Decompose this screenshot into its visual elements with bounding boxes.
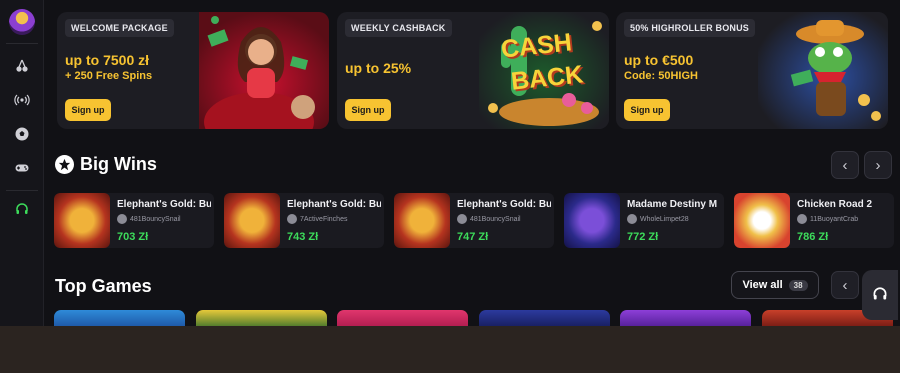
big-wins-prev-button[interactable]: ‹ <box>831 151 859 179</box>
win-username: 481BouncySnail <box>130 215 181 223</box>
game-thumbnail <box>394 193 450 248</box>
games-count-badge: 38 <box>788 279 808 291</box>
game-tile[interactable] <box>479 310 610 326</box>
game-tile[interactable] <box>620 310 751 326</box>
avatar-icon <box>287 214 297 224</box>
avatar-icon <box>627 214 637 224</box>
big-wins-next-button[interactable]: › <box>864 151 892 179</box>
game-thumbnail <box>54 193 110 248</box>
sign-up-button[interactable]: Sign up <box>65 99 111 121</box>
sidebar-divider <box>6 190 38 191</box>
win-game-name: Elephant's Gold: Bu <box>287 199 381 210</box>
game-thumbnail <box>734 193 790 248</box>
sidebar <box>0 0 44 326</box>
promo-art-frog <box>758 12 888 129</box>
win-username: WholeLimpet28 <box>640 215 689 223</box>
promo-art-cashback: CASH BACK <box>479 12 609 129</box>
sign-up-button[interactable]: Sign up <box>345 99 391 121</box>
win-user: 11BuoyantCrab <box>797 214 858 224</box>
promo-tag: WEEKLY CASHBACK <box>345 19 452 37</box>
view-all-button[interactable]: View all 38 <box>731 271 819 299</box>
promo-highroller-bonus[interactable]: 50% HIGHROLLER BONUS up to €500 Code: 50… <box>616 12 888 129</box>
win-user: 7ActiveFinches <box>287 214 347 224</box>
promo-tag: 50% HIGHROLLER BONUS <box>624 19 756 37</box>
top-games-prev-button[interactable]: ‹ <box>831 271 859 299</box>
star-icon <box>55 155 74 174</box>
chevron-right-icon: › <box>875 156 881 174</box>
gamepad-icon[interactable] <box>8 154 36 182</box>
avatar-icon <box>117 214 127 224</box>
win-user: WholeLimpet28 <box>627 214 689 224</box>
big-win-card[interactable]: Elephant's Gold: Bu 481BouncySnail 703 Z… <box>54 193 214 248</box>
win-username: 481BouncySnail <box>470 215 521 223</box>
win-game-name: Elephant's Gold: Bu <box>117 199 211 210</box>
win-user: 481BouncySnail <box>117 214 181 224</box>
promo-headline: up to 25% <box>345 60 412 76</box>
top-games-title: Top Games <box>55 276 152 296</box>
promo-tag: WELCOME PACKAGE <box>65 19 174 37</box>
promo-subline: + 250 Free Spins <box>65 70 153 82</box>
promo-art-dancer <box>199 12 329 129</box>
cherry-icon[interactable] <box>8 52 36 80</box>
chevron-left-icon: ‹ <box>842 156 848 174</box>
win-game-name: Madame Destiny M <box>627 199 718 210</box>
support-chat-button[interactable] <box>862 270 898 320</box>
soccer-ball-icon[interactable] <box>8 120 36 148</box>
big-win-card[interactable]: Elephant's Gold: Bu 481BouncySnail 747 Z… <box>394 193 554 248</box>
win-amount: 786 Zł <box>797 231 829 243</box>
win-username: 7ActiveFinches <box>300 215 348 223</box>
win-amount: 772 Zł <box>627 231 659 243</box>
casino-app: WELCOME PACKAGE up to 7500 zł + 250 Free… <box>0 0 900 326</box>
big-win-card[interactable]: Chicken Road 2 11BuoyantCrab 786 Zł <box>734 193 894 248</box>
brand-logo[interactable] <box>9 9 35 35</box>
chevron-left-icon: ‹ <box>842 276 848 294</box>
win-user: 481BouncySnail <box>457 214 521 224</box>
win-amount: 743 Zł <box>287 231 319 243</box>
avatar-icon <box>457 214 467 224</box>
game-thumbnail <box>564 193 620 248</box>
win-game-name: Elephant's Gold: Bu <box>457 199 551 210</box>
big-win-card[interactable]: Madame Destiny M WholeLimpet28 772 Zł <box>564 193 724 248</box>
win-amount: 747 Zł <box>457 231 489 243</box>
promo-headline: up to €500 <box>624 52 694 68</box>
headset-icon <box>873 287 887 300</box>
promo-headline: up to 7500 zł <box>65 52 150 68</box>
avatar-icon <box>797 214 807 224</box>
promo-welcome-package[interactable]: WELCOME PACKAGE up to 7500 zł + 250 Free… <box>57 12 329 129</box>
big-win-card[interactable]: Elephant's Gold: Bu 7ActiveFinches 743 Z… <box>224 193 384 248</box>
big-wins-title: Big Wins <box>80 154 157 174</box>
game-thumbnail <box>224 193 280 248</box>
sidebar-divider <box>6 43 38 44</box>
win-amount: 703 Zł <box>117 231 149 243</box>
win-game-name: Chicken Road 2 <box>797 199 873 210</box>
win-username: 11BuoyantCrab <box>810 215 859 223</box>
view-all-label: View all <box>742 279 783 291</box>
sign-up-button[interactable]: Sign up <box>624 99 670 121</box>
game-tile[interactable] <box>54 310 185 326</box>
headset-icon[interactable] <box>8 196 36 224</box>
promo-code: Code: 50HIGH <box>624 70 698 82</box>
game-tile[interactable] <box>337 310 468 326</box>
promo-weekly-cashback[interactable]: CASH BACK WEEKLY CASHBACK up to 25% Sign… <box>337 12 609 129</box>
game-tile[interactable] <box>196 310 327 326</box>
live-broadcast-icon[interactable] <box>8 86 36 114</box>
